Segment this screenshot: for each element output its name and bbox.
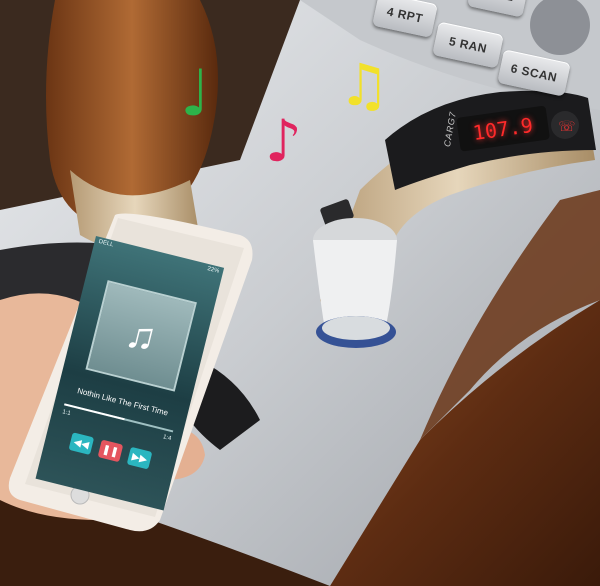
remaining-time: 1:4 [162,434,172,443]
pause-button[interactable]: ❚❚ [97,439,124,463]
next-button[interactable]: ▶▶ [126,446,153,470]
svg-text:☏: ☏ [558,119,576,135]
album-art: ♫ [85,280,197,392]
music-note-icon: ♫ [121,310,162,361]
music-note-icon: ♩ [180,57,211,131]
previous-button[interactable]: ◀◀ [68,432,95,456]
music-note-icon: ♪ [265,107,303,175]
elapsed-time: 1:1 [61,409,72,418]
music-note-icon: ♫ [338,51,390,119]
battery-label: 22% [206,265,220,275]
carrier-label: DELL [97,238,114,249]
playback-controls: ◀◀ ❚❚ ▶▶ [44,426,176,475]
playback-progress-fill [64,403,125,421]
scene: ☏ 4 RPT 5 RAN 6 SCAN MODE 107.9 CARG7 ♩ … [0,0,600,586]
